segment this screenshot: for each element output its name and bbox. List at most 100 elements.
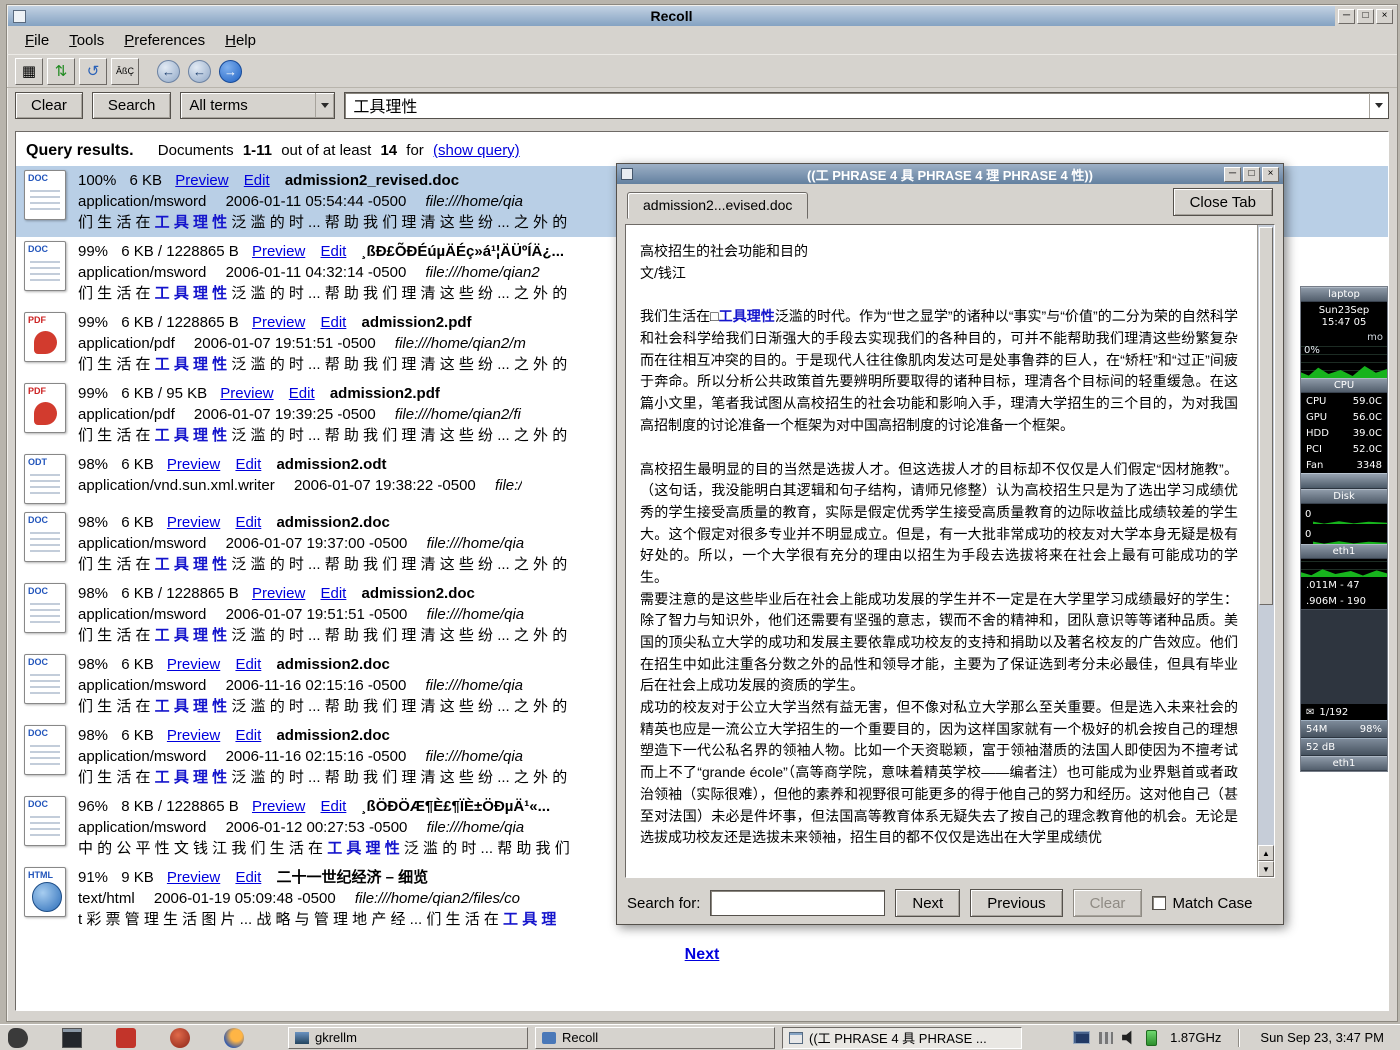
result-edit-link[interactable]: Edit [235, 727, 261, 744]
scroll-up-icon[interactable]: ▲ [1258, 845, 1274, 861]
maximize-icon[interactable]: □ [1357, 9, 1374, 24]
result-size: 6 KB [130, 172, 163, 189]
result-preview-link[interactable]: Preview [167, 727, 220, 744]
result-edit-link[interactable]: Edit [244, 172, 270, 189]
scrollbar-thumb[interactable] [1259, 227, 1273, 605]
app-launcher-icon[interactable] [170, 1028, 190, 1048]
search-button[interactable]: Search [92, 92, 172, 119]
maximize-icon[interactable]: □ [1243, 167, 1260, 182]
close-tab-button[interactable]: Close Tab [1173, 188, 1273, 216]
snippet-text: 们 生 活 在 [78, 214, 155, 231]
battery-icon[interactable] [1146, 1030, 1157, 1046]
minimize-icon[interactable]: ─ [1224, 167, 1241, 182]
result-edit-link[interactable]: Edit [321, 243, 347, 260]
sort-icon: ⇅ [55, 62, 68, 80]
disk-read-value: 0 [1301, 504, 1313, 524]
result-url: file:///home/qian2/files/co [355, 890, 520, 907]
snippet-text: 们 生 活 在 [78, 627, 155, 644]
show-query-link[interactable]: (show query) [433, 142, 520, 159]
krell-slider[interactable] [1301, 473, 1387, 489]
query-input[interactable]: 工具理性 [344, 92, 1389, 119]
result-mimetype: text/html [78, 890, 135, 907]
browser-launcher-icon[interactable] [224, 1028, 244, 1048]
terminal-launcher-icon[interactable] [62, 1028, 82, 1048]
result-preview-link[interactable]: Preview [175, 172, 228, 189]
keyboard-tray-icon[interactable] [1073, 1031, 1090, 1044]
result-preview-link[interactable]: Preview [252, 243, 305, 260]
result-preview-link[interactable]: Preview [167, 514, 220, 531]
search-mode-select[interactable]: All terms [180, 92, 335, 119]
temp-label: GPU [1306, 412, 1327, 423]
result-edit-link[interactable]: Edit [235, 656, 261, 673]
taskbar-task-button[interactable]: gkrellm [288, 1027, 528, 1049]
nav-first-button[interactable]: ← [157, 60, 180, 83]
menu-file[interactable]: File [15, 29, 59, 52]
taskbar-task-button[interactable]: Recoll [535, 1027, 775, 1049]
result-edit-link[interactable]: Edit [289, 385, 315, 402]
find-clear-button[interactable]: Clear [1073, 889, 1143, 917]
gkrellm-hostname[interactable]: laptop [1301, 287, 1387, 302]
system-tray: 1.87GHz Sun Sep 23, 3:47 PM [1073, 1029, 1392, 1047]
find-next-button[interactable]: Next [895, 889, 960, 917]
file-type-icon: HTML [24, 867, 66, 917]
taskbar-task-button[interactable]: ((工 PHRASE 4 具 PHRASE ... [782, 1027, 1022, 1049]
result-preview-link[interactable]: Preview [252, 798, 305, 815]
tray-icon[interactable] [1099, 1032, 1113, 1044]
result-edit-link[interactable]: Edit [235, 869, 261, 886]
result-mimetype: application/msword [78, 748, 206, 765]
preview-titlebar[interactable]: ((工 PHRASE 4 具 PHRASE 4 理 PHRASE 4 性)) ─… [617, 164, 1283, 184]
scroll-down-icon[interactable]: ▼ [1258, 861, 1274, 877]
preview-findbar: Search for: Next Previous Clear Match Ca… [617, 882, 1283, 924]
volume-icon[interactable] [1122, 1030, 1137, 1045]
result-title: admission2.pdf [330, 385, 440, 402]
result-preview-link[interactable]: Preview [252, 585, 305, 602]
results-header-outof: out of at least [281, 142, 371, 159]
find-previous-button[interactable]: Previous [970, 889, 1062, 917]
preview-scrollbar[interactable]: ▲ ▼ [1257, 225, 1274, 877]
result-size: 6 KB [121, 514, 154, 531]
menu-preferences[interactable]: Preferences [114, 29, 215, 52]
table-view-button[interactable]: ▦ [15, 58, 43, 85]
result-preview-link[interactable]: Preview [167, 869, 220, 886]
result-relevance: 98% [78, 727, 108, 744]
result-edit-link[interactable]: Edit [235, 514, 261, 531]
preview-tab[interactable]: admission2...evised.doc [627, 192, 808, 219]
file-type-label: HTML [28, 870, 53, 880]
task-label: Recoll [562, 1030, 598, 1045]
close-icon[interactable]: × [1262, 167, 1279, 182]
result-snippet: 们 生 活 在 工 具 理 性 泛 滥 的 时 ... 帮 助 我 们 理 清 … [78, 767, 567, 788]
match-case-control: Match Case [1152, 895, 1252, 912]
sort-button[interactable]: ⇅ [47, 58, 75, 85]
result-edit-link[interactable]: Edit [235, 456, 261, 473]
app-launcher-icon[interactable] [116, 1028, 136, 1048]
next-page-link[interactable]: Next [672, 946, 732, 964]
menu-help[interactable]: Help [215, 29, 266, 52]
close-icon[interactable]: × [1376, 9, 1393, 24]
result-date: 2006-01-07 19:37:00 -0500 [226, 535, 408, 552]
window-titlebar[interactable]: Recoll [8, 6, 1335, 26]
chevron-down-icon[interactable] [1369, 93, 1388, 118]
result-date: 2006-01-11 04:32:14 -0500 [226, 264, 407, 281]
chevron-down-icon[interactable] [315, 93, 334, 118]
minimize-icon[interactable]: ─ [1338, 9, 1355, 24]
volume-meter[interactable]: 52 dB [1301, 738, 1387, 756]
match-case-checkbox[interactable] [1152, 896, 1166, 910]
menu-tools[interactable]: Tools [59, 29, 114, 52]
clear-button[interactable]: Clear [15, 92, 83, 119]
preview-search-input[interactable] [710, 890, 885, 916]
result-edit-link[interactable]: Edit [321, 798, 347, 815]
memory-meter[interactable]: 54M 98% [1301, 720, 1387, 738]
nav-back-button[interactable]: ← [188, 60, 211, 83]
result-preview-link[interactable]: Preview [167, 656, 220, 673]
app-launcher-icon[interactable] [8, 1028, 28, 1048]
disk-write-value: 0 [1301, 524, 1313, 544]
nav-forward-button[interactable]: → [219, 60, 242, 83]
result-preview-link[interactable]: Preview [220, 385, 273, 402]
result-preview-link[interactable]: Preview [167, 456, 220, 473]
history-button[interactable]: ↺ [79, 58, 107, 85]
result-edit-link[interactable]: Edit [321, 585, 347, 602]
result-preview-link[interactable]: Preview [252, 314, 305, 331]
result-edit-link[interactable]: Edit [321, 314, 347, 331]
preview-body[interactable]: 高校招生的社会功能和目的文/钱江我们生活在□工具理性泛滥的时代。作为“世之显学”… [626, 225, 1256, 877]
term-explorer-button[interactable]: ÂßÇ [111, 58, 139, 85]
